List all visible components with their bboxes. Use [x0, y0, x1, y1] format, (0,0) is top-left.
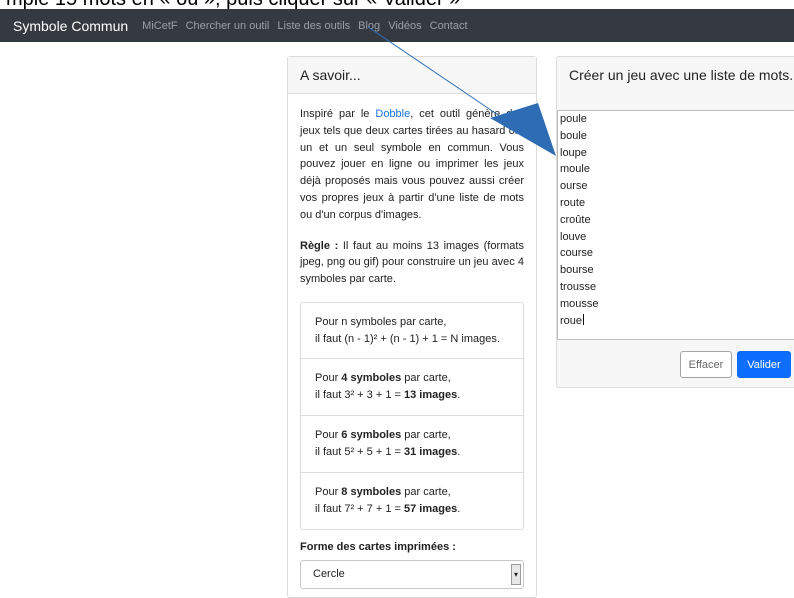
nav-link-chercher-outil[interactable]: Chercher un outil: [186, 20, 270, 32]
intro-paragraph: Inspiré par le Dobble, cet outil génère …: [300, 106, 524, 224]
card-shape-selected-value: Cercle: [313, 567, 345, 580]
nav-link-micetf[interactable]: MiCetF: [142, 20, 177, 32]
formula-general: Pour n symboles par carte, il faut (n - …: [301, 303, 523, 359]
clear-button[interactable]: Effacer: [680, 351, 732, 378]
word-line: route: [560, 196, 586, 209]
word-line: louve: [560, 230, 587, 243]
intro-text-after: , cet outil génère des jeux tels que deu…: [300, 108, 524, 221]
formula-text: par carte,: [401, 485, 451, 498]
instruction-caption: mple 15 mots en « ou », puis cliquer sur…: [0, 0, 794, 9]
top-navbar: Symbole Commun MiCetF Chercher un outil …: [0, 9, 794, 42]
dobble-link[interactable]: Dobble: [375, 108, 410, 120]
word-line: mousse: [560, 297, 599, 310]
formula-text: par carte,: [401, 428, 451, 441]
nav-link-liste-outils[interactable]: Liste des outils: [277, 20, 350, 32]
formula-general-line1: Pour n symboles par carte,: [315, 315, 447, 328]
formula-text: Pour: [315, 428, 342, 441]
formula-bold: 8 symboles: [341, 485, 402, 498]
text-caret: [583, 313, 585, 325]
word-line: bourse: [560, 264, 594, 277]
formula-text: Pour: [315, 485, 342, 498]
word-line: ourse: [560, 180, 588, 193]
word-line: boule: [560, 129, 587, 142]
word-line: poule: [560, 113, 587, 125]
formula-general-line2: il faut (n - 1)² + (n - 1) + 1 = N image…: [315, 333, 500, 346]
formula-text: .: [457, 503, 461, 516]
formula-text: Pour: [315, 371, 342, 384]
formula-bold: 57 images: [403, 503, 458, 516]
formula-bold: 31 images: [403, 446, 458, 459]
formula-text: .: [457, 446, 461, 459]
word-line: trousse: [560, 280, 597, 293]
formula-bold: 13 images: [403, 389, 458, 402]
formula-text: par carte,: [401, 371, 451, 384]
card-shape-label: Forme des cartes imprimées :: [300, 540, 456, 553]
formula-text: il faut 7² + 7 + 1 =: [315, 503, 404, 516]
nav-link-videos[interactable]: Vidéos: [388, 20, 421, 32]
nav-link-blog[interactable]: Blog: [358, 20, 380, 32]
brand-link[interactable]: Symbole Commun: [13, 18, 128, 34]
formula-bold: 4 symboles: [341, 371, 402, 384]
formula-text: il faut 3² + 3 + 1 =: [315, 389, 404, 402]
formula-8-symbols: Pour 8 symboles par carte, il faut 7² + …: [301, 473, 523, 529]
select-arrow-icon[interactable]: ▾: [511, 563, 521, 585]
rule-label: Règle :: [300, 239, 339, 252]
nav-link-contact[interactable]: Contact: [430, 20, 468, 32]
word-list-title: Créer un jeu avec une liste de mots.: [569, 67, 794, 83]
intro-text-before: Inspiré par le: [300, 108, 376, 120]
word-line: croûte: [560, 213, 591, 226]
word-list-panel: Créer un jeu avec une liste de mots. pou…: [556, 56, 794, 388]
word-line: moule: [560, 163, 590, 176]
word-line: course: [560, 247, 594, 260]
submit-button[interactable]: Valider: [737, 351, 791, 378]
word-line-last: roue: [558, 313, 794, 330]
rule-paragraph: Règle : Il faut au moins 13 images (form…: [300, 238, 524, 288]
formula-bold: 6 symboles: [341, 428, 402, 441]
info-panel: A savoir... Inspiré par le Dobble, cet o…: [287, 56, 537, 598]
formula-text: .: [457, 389, 461, 402]
formula-6-symbols: Pour 6 symboles par carte, il faut 5² + …: [301, 416, 523, 473]
word-line: loupe: [560, 146, 587, 159]
formula-list: Pour n symboles par carte, il faut (n - …: [300, 301, 524, 530]
word-text: roue: [560, 314, 583, 327]
info-panel-title: A savoir...: [288, 57, 536, 94]
card-shape-select[interactable]: Cercle ▾: [300, 559, 524, 589]
word-list-textarea[interactable]: poule boule loupe moule ourse route croû…: [557, 110, 794, 340]
formula-text: il faut 5² + 5 + 1 =: [315, 446, 404, 459]
formula-4-symbols: Pour 4 symboles par carte, il faut 3² + …: [301, 359, 523, 416]
